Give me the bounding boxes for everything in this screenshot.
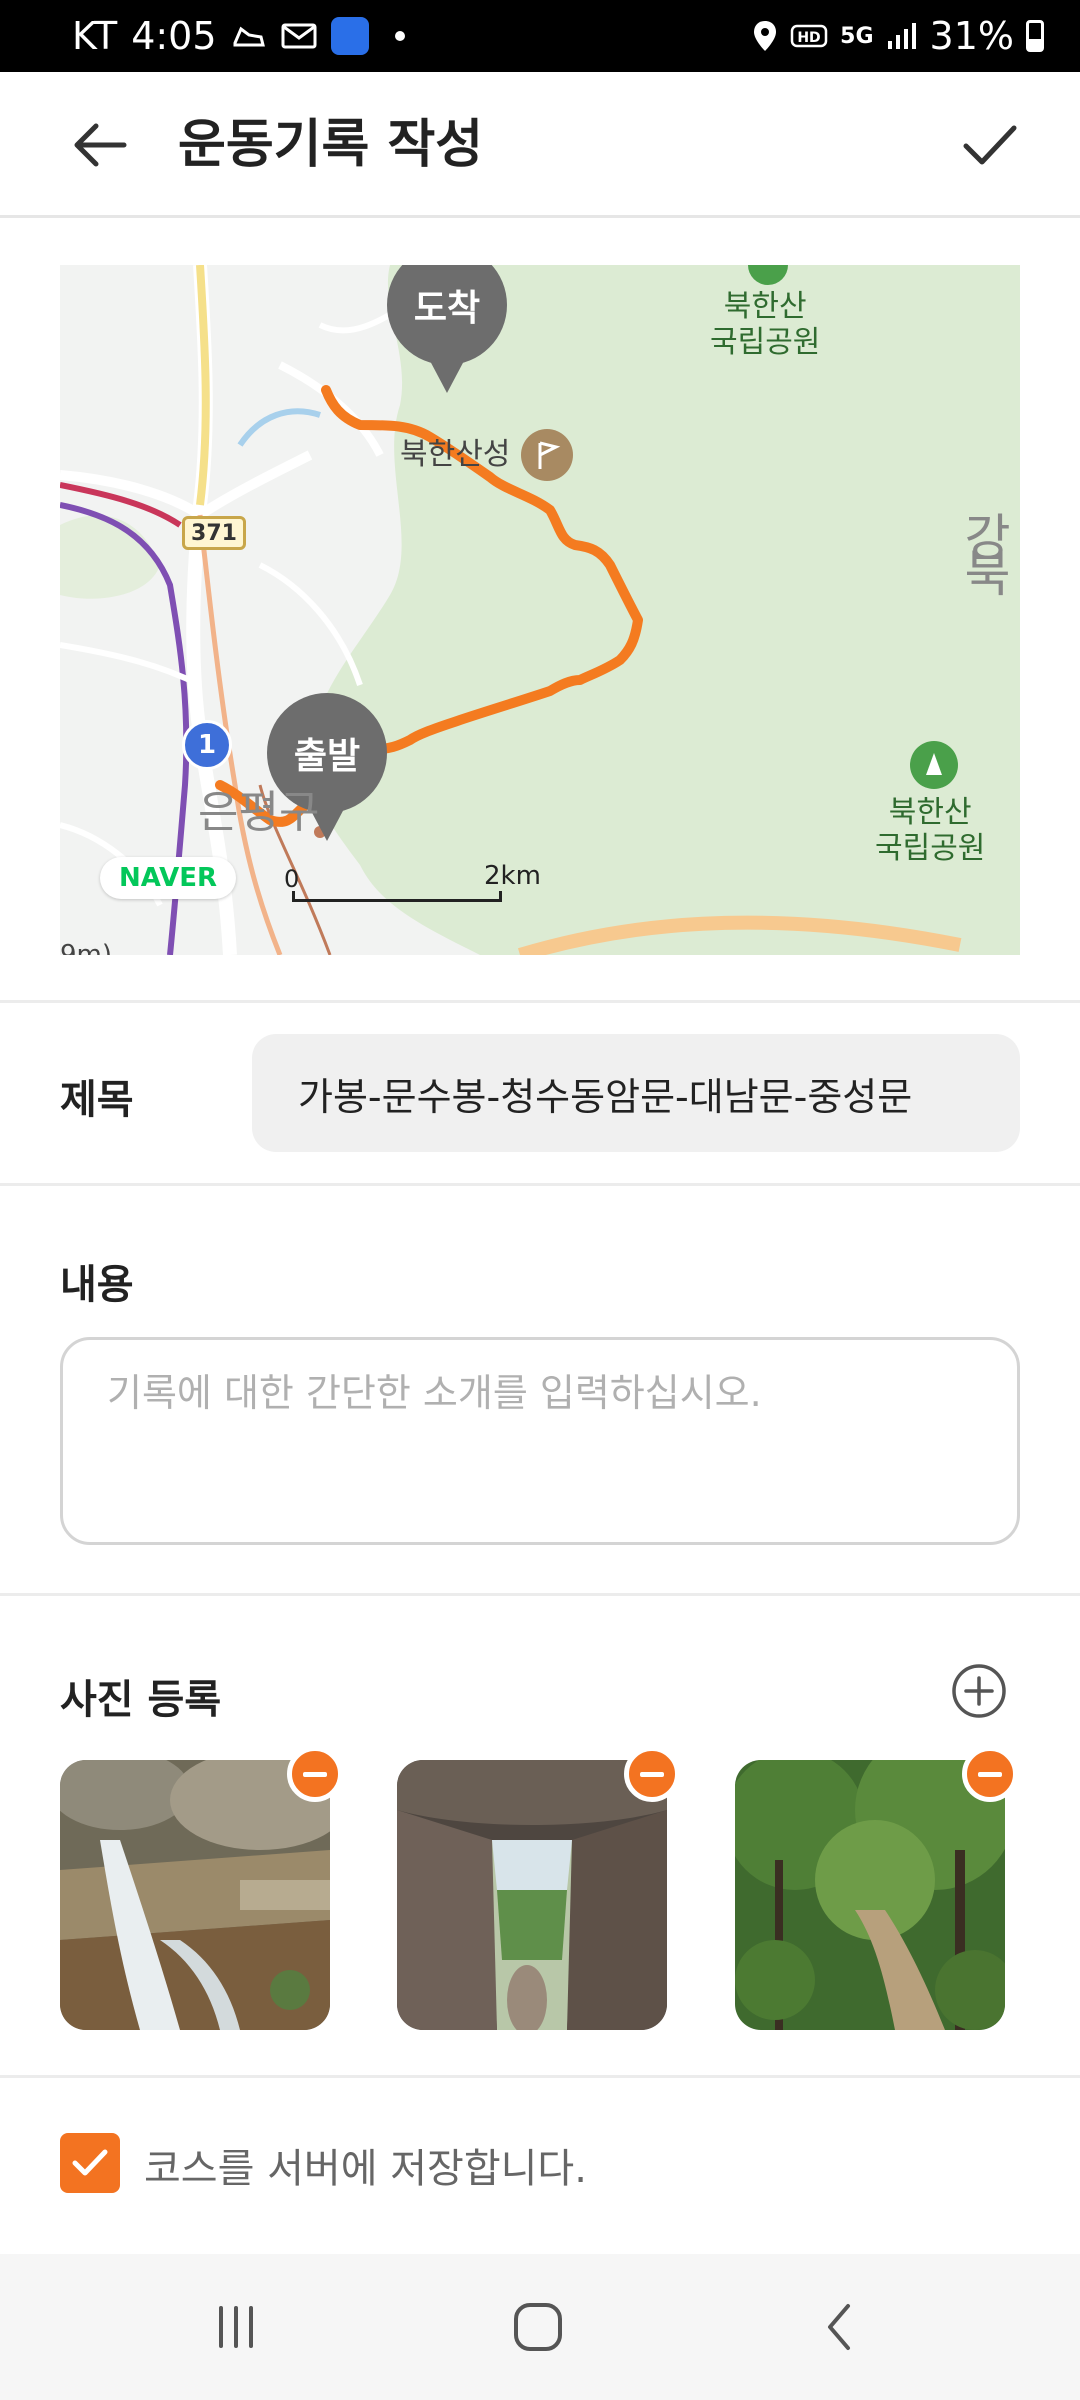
divider: [0, 2075, 1080, 2078]
content-textarea[interactable]: 기록에 대한 간단한 소개를 입력하십시오.: [60, 1337, 1020, 1545]
location-icon: [752, 19, 778, 53]
recent-apps-icon: [219, 2306, 253, 2348]
mail-icon: [281, 22, 317, 50]
title-input[interactable]: 가봉-문수봉-청수동암문-대남문-중성문: [252, 1034, 1020, 1152]
waterfall-image: [60, 1760, 330, 2030]
divider: [0, 1000, 1080, 1003]
content-label: 내용: [60, 1262, 134, 1308]
more-notifications-icon: [394, 31, 405, 41]
photos-label: 사진 등록: [60, 1677, 222, 1723]
checkmark-icon: [72, 2149, 108, 2176]
shoe-icon: [231, 21, 267, 51]
svg-text:HD: HD: [797, 30, 820, 46]
route-map[interactable]: 도착 출발 북한산 국립공원 북한산 국립공원 북한산성 은평구 강북 9m) …: [60, 265, 1020, 955]
battery-icon: [1026, 20, 1044, 52]
photo-thumbnail-2[interactable]: [397, 1760, 667, 2030]
app-notification-icon: [330, 17, 369, 55]
back-button[interactable]: [60, 110, 140, 180]
remove-photo-button[interactable]: [962, 1746, 1018, 1802]
naver-logo: NAVER: [100, 857, 236, 899]
route-number-badge: 1: [182, 720, 232, 770]
forest-trail-image: [735, 1760, 1005, 2030]
hd-icon: HD: [790, 22, 828, 50]
title-label: 제목: [60, 1077, 134, 1123]
plus-circle-icon: [952, 1664, 1006, 1718]
remove-photo-button[interactable]: [287, 1746, 343, 1802]
title-input-value: 가봉-문수봉-청수동암문-대남문-중성문: [298, 1074, 913, 1119]
status-bar: KT 4:05 HD 5G 31%: [0, 0, 1080, 72]
district-label: 은평구: [198, 787, 320, 838]
confirm-button[interactable]: [950, 110, 1030, 180]
end-pin-label: 도착: [413, 288, 481, 329]
page-title: 운동기록 작성: [178, 115, 484, 175]
app-bar: 운동기록 작성: [0, 72, 1080, 218]
system-nav-bar: [0, 2254, 1080, 2400]
chevron-left-icon: [828, 2304, 850, 2350]
photo-thumbnail-3[interactable]: [735, 1760, 1005, 2030]
recent-apps-button[interactable]: [186, 2284, 286, 2370]
home-icon: [514, 2303, 562, 2351]
scale-bar: [292, 891, 502, 902]
road-number-badge: 371: [182, 516, 246, 550]
start-pin-label: 출발: [293, 736, 361, 777]
save-course-label[interactable]: 코스를 서버에 저장합니다.: [144, 2136, 587, 2194]
rock-crevice-image: [397, 1760, 667, 2030]
content-placeholder: 기록에 대한 간단한 소개를 입력하십시오.: [107, 1371, 762, 1415]
elevation-label-partial: 9m): [60, 940, 113, 955]
battery-text: 31%: [929, 14, 1014, 58]
network-type-text: 5G: [840, 23, 874, 49]
photo-thumbnail-1[interactable]: [60, 1760, 330, 2030]
remove-photo-button[interactable]: [624, 1746, 680, 1802]
park-label-top: 북한산 국립공원: [710, 289, 821, 360]
carrier-text: KT: [72, 14, 118, 58]
home-button[interactable]: [488, 2284, 588, 2370]
divider: [0, 1593, 1080, 1596]
arrow-left-icon: [74, 123, 127, 167]
scale-start-label: 0: [284, 865, 300, 893]
checkmark-icon: [963, 125, 1017, 165]
park-label-right: 북한산 국립공원: [875, 795, 986, 866]
add-photo-button[interactable]: [950, 1662, 1008, 1720]
divider: [0, 1183, 1080, 1186]
save-course-checkbox[interactable]: [60, 2133, 120, 2193]
fortress-label: 북한산성: [400, 437, 511, 472]
scale-end-label: 2km: [484, 861, 541, 891]
area-label-partial: 강북: [964, 509, 1011, 603]
signal-icon: [886, 21, 918, 51]
time-text: 4:05: [131, 14, 217, 58]
back-nav-button[interactable]: [790, 2284, 890, 2370]
